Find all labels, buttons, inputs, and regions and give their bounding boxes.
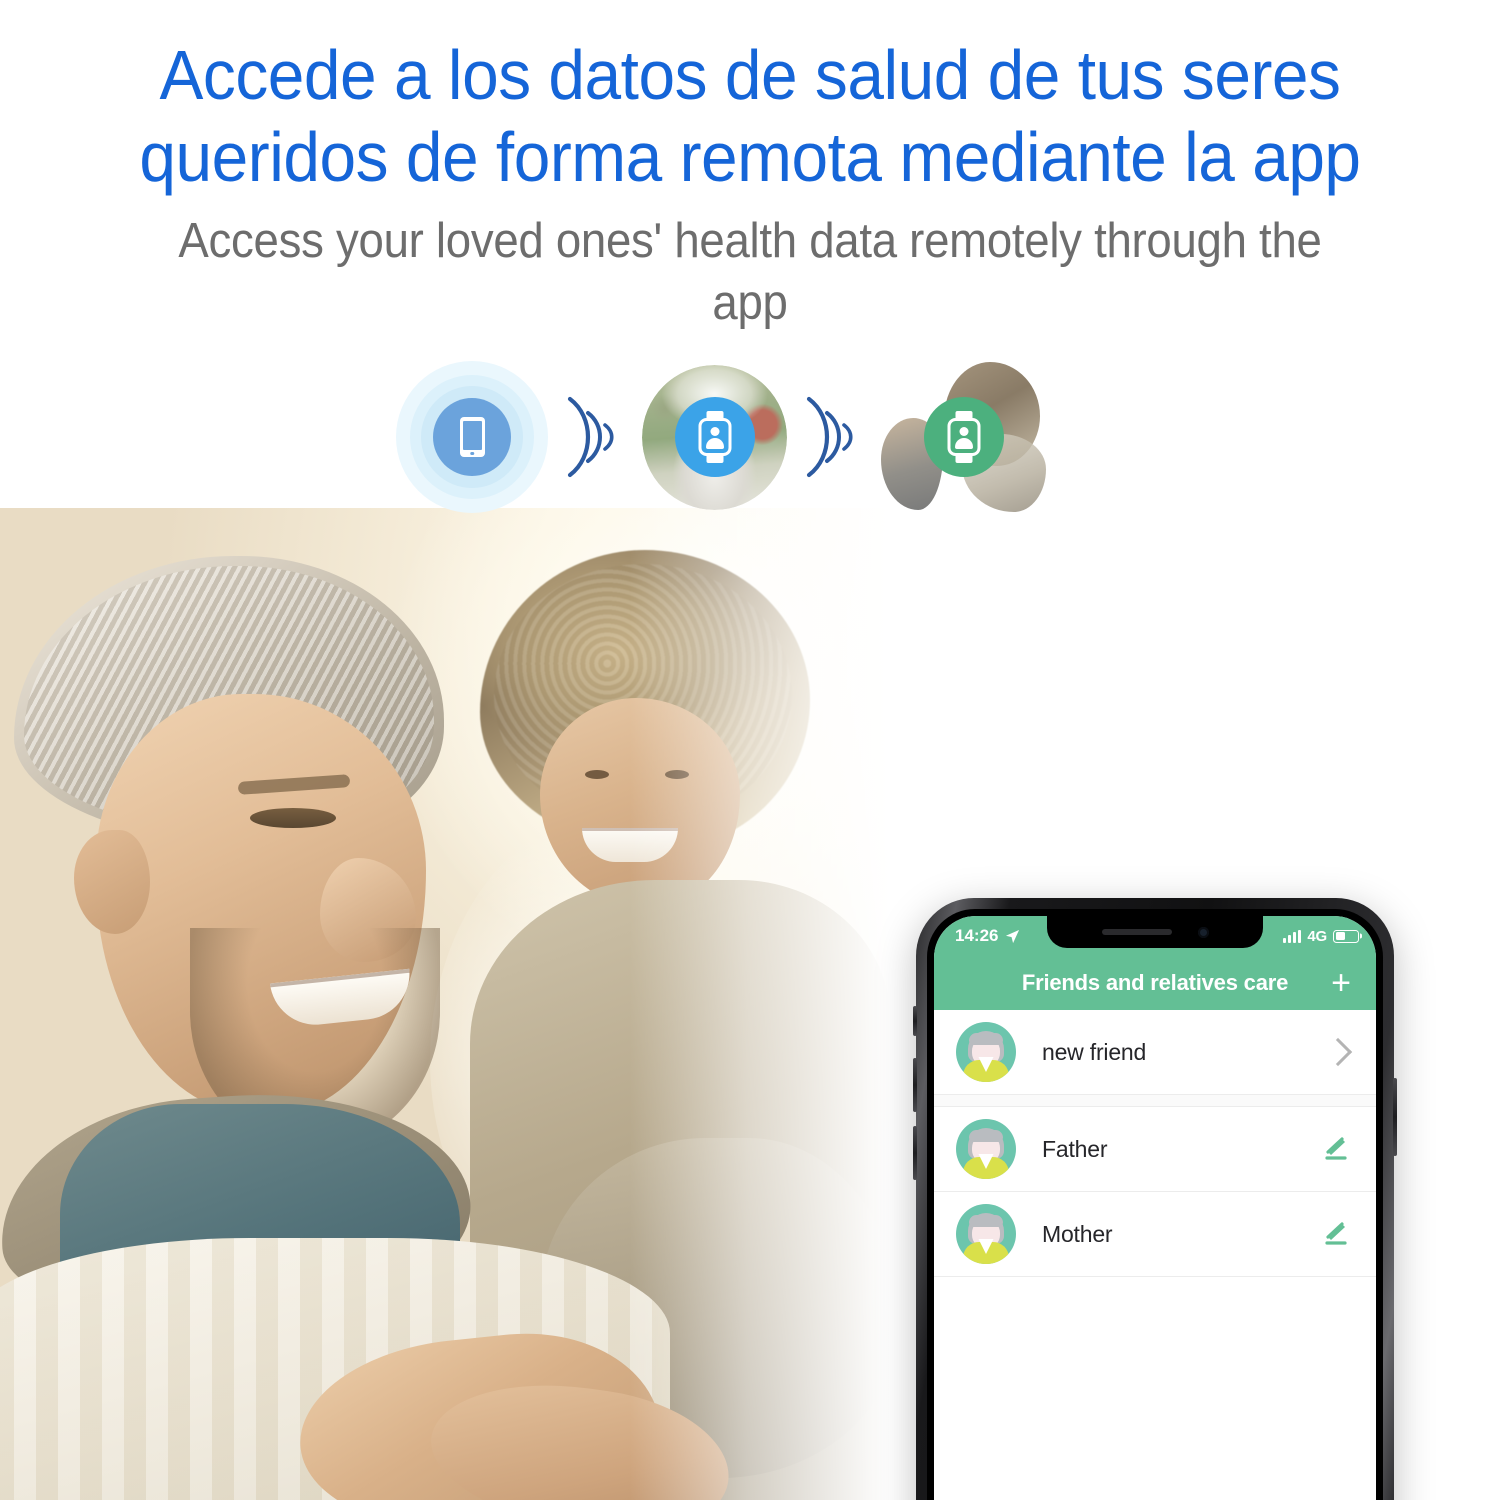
app-title: Friends and relatives care — [1021, 970, 1289, 995]
watch-person-body — [705, 438, 724, 449]
phone-notch — [1047, 916, 1263, 948]
avatar-fringe — [969, 1033, 1003, 1045]
person-avatar-icon — [956, 1119, 1016, 1179]
connectivity-flow-diagram — [396, 352, 1116, 522]
phone-frame: 14:26 4G Friends and relatives care + ne… — [916, 898, 1394, 1500]
smartwatch-person-icon-blue — [674, 397, 755, 477]
smartwatch-glyph — [944, 411, 984, 463]
list-item-new-friend[interactable]: new friend — [934, 1010, 1376, 1095]
navigation-arrow-icon — [1005, 929, 1020, 944]
phone-bezel: 14:26 4G Friends and relatives care + ne… — [927, 909, 1383, 1500]
watch-person-head — [710, 427, 719, 436]
flow-node-caregiver — [881, 362, 1046, 512]
volume-down-button[interactable] — [913, 1126, 917, 1180]
watch-band-bottom — [955, 454, 972, 463]
signal-bars-icon — [1283, 929, 1302, 943]
man-eye — [250, 808, 336, 828]
network-type-label: 4G — [1307, 927, 1327, 945]
phone-screen: 14:26 4G Friends and relatives care + ne… — [934, 916, 1376, 1500]
chevron-right-icon[interactable] — [1323, 1037, 1353, 1067]
avatar-fringe — [969, 1130, 1003, 1142]
battery-icon — [1333, 929, 1359, 943]
status-bar-right: 4G — [1283, 928, 1359, 945]
smartphone-icon — [433, 398, 511, 476]
flow-node-elder — [642, 364, 787, 510]
power-button[interactable] — [1393, 1078, 1397, 1156]
volume-up-button[interactable] — [913, 1058, 917, 1112]
avatar-fringe — [969, 1215, 1003, 1227]
list-section-gap — [934, 1095, 1376, 1107]
status-bar-left: 14:26 — [955, 926, 1020, 946]
page-subtitle-english: Access your loved ones' health data remo… — [178, 214, 1322, 330]
contact-name: new friend — [1042, 1038, 1147, 1065]
contact-name: Father — [1042, 1135, 1108, 1162]
heading-block: Accede a los datos de salud de tus seres… — [0, 34, 1500, 334]
front-camera-icon — [1197, 926, 1209, 938]
earpiece-speaker — [1101, 929, 1172, 935]
contact-name: Mother — [1042, 1220, 1113, 1247]
smartwatch-person-icon-green — [923, 397, 1004, 477]
list-item-father[interactable]: Father — [934, 1107, 1376, 1192]
phone-glow-wrapper — [396, 361, 548, 513]
wireless-signal-icon-1 — [560, 387, 630, 487]
product-feature-panel: Accede a los datos de salud de tus seres… — [0, 0, 1500, 1500]
watch-face — [698, 418, 731, 456]
flow-node-phone — [396, 361, 548, 513]
add-contact-button[interactable]: + — [1324, 966, 1358, 1000]
woman-left-eye — [585, 770, 609, 779]
watch-face — [947, 418, 980, 456]
watch-person-body — [954, 438, 973, 449]
list-item-mother[interactable]: Mother — [934, 1192, 1376, 1277]
page-title-spanish: Accede a los datos de salud de tus seres… — [139, 36, 1361, 196]
status-bar-time: 14:26 — [955, 926, 999, 945]
edit-pencil-icon[interactable] — [1320, 1133, 1352, 1165]
mute-switch[interactable] — [913, 1006, 917, 1036]
wireless-signal-icon-2 — [799, 387, 869, 487]
person-avatar-icon — [956, 1204, 1016, 1264]
smartphone-glyph — [459, 417, 485, 457]
person-avatar-icon — [956, 1022, 1016, 1082]
photo-right-fade — [630, 508, 890, 1500]
smartwatch-glyph — [695, 411, 735, 463]
watch-person-head — [959, 427, 968, 436]
contacts-list: new friend Father Mother — [934, 1010, 1376, 1277]
app-header: Friends and relatives care + — [934, 956, 1376, 1010]
photo-artwork — [0, 508, 890, 1500]
edit-pencil-icon[interactable] — [1320, 1218, 1352, 1250]
phone-mockup: 14:26 4G Friends and relatives care + ne… — [913, 898, 1397, 1500]
senior-couple-embracing-photo — [0, 508, 890, 1500]
watch-band-bottom — [706, 454, 723, 463]
